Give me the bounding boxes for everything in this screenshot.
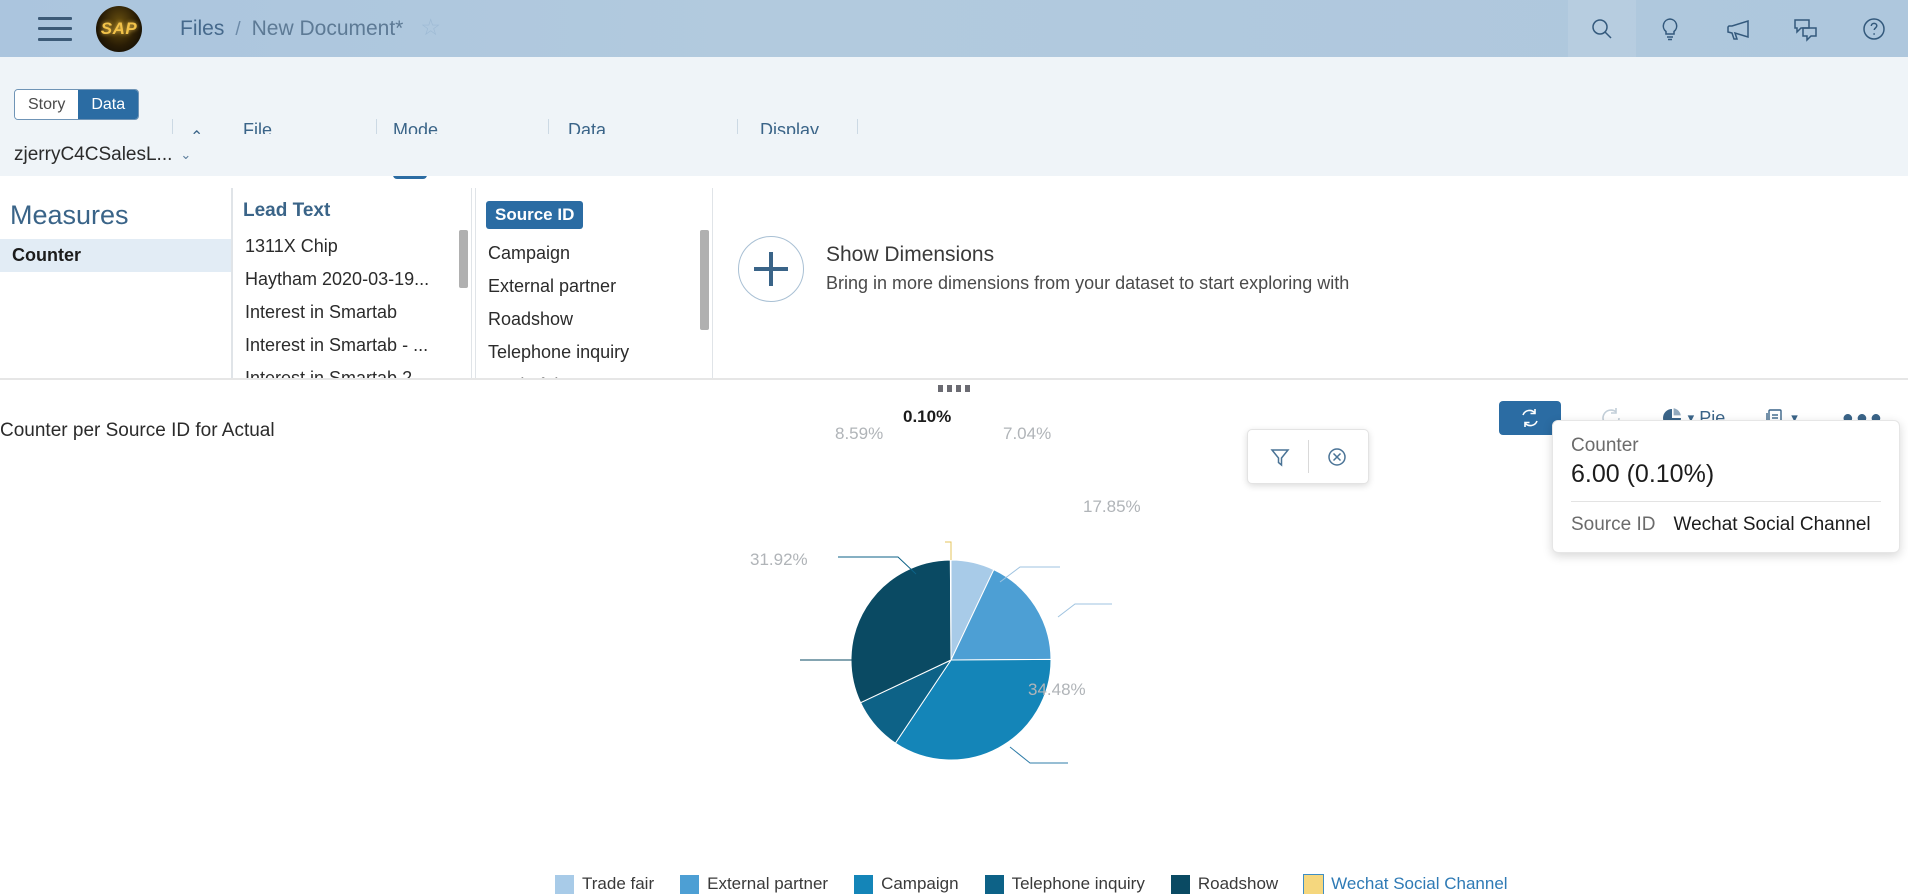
list-item[interactable]: Interest in Smartab <box>233 296 471 329</box>
list-item[interactable]: Telephone inquiry <box>476 336 712 369</box>
lead-text-scrollbar[interactable] <box>459 230 468 288</box>
legend-swatch <box>1303 873 1325 894</box>
breadcrumb-separator: / <box>235 19 241 40</box>
model-name[interactable]: zjerryC4CSalesL... <box>14 144 172 166</box>
list-item[interactable]: External partner <box>476 270 712 303</box>
legend-label: Wechat Social Channel <box>1331 874 1508 893</box>
legend-swatch <box>555 874 574 894</box>
tooltip-dimension-value: Wechat Social Channel <box>1673 514 1871 535</box>
tooltip-measure-value: 6.00 (0.10%) <box>1571 460 1715 488</box>
sap-logo[interactable]: SAP <box>96 5 142 52</box>
pie-label-wechat-social-channel: 0.10% <box>903 407 952 426</box>
story-tab[interactable]: Story <box>15 90 79 119</box>
list-item[interactable]: Roadshow <box>476 303 712 336</box>
list-item[interactable]: Haytham 2020-03-19... <box>233 263 471 296</box>
pie-label-trade-fair: 7.04% <box>1003 424 1052 443</box>
list-item[interactable]: Interest in Smartab - ... <box>233 329 471 362</box>
tooltip-measure-label: Counter <box>1571 435 1639 456</box>
legend-item[interactable]: Trade fair <box>555 874 654 894</box>
shell-header: SAP Files / New Document* ☆ <box>0 0 1908 57</box>
source-id-scrollbar[interactable] <box>700 230 709 330</box>
measures-card: Measures Counter <box>0 188 232 378</box>
chevron-down-icon[interactable]: ⌄ <box>180 147 191 163</box>
search-icon[interactable] <box>1568 0 1636 57</box>
legend-item[interactable]: Wechat Social Channel <box>1303 873 1508 894</box>
list-item[interactable]: Campaign <box>476 237 712 270</box>
plus-icon <box>738 236 804 302</box>
show-dimensions-title: Show Dimensions <box>826 243 995 266</box>
source-id-chip[interactable]: Source ID <box>486 201 584 229</box>
legend-swatch <box>1170 874 1190 894</box>
legend-label: Campaign <box>881 874 959 893</box>
legend-item[interactable]: Campaign <box>854 874 959 894</box>
hamburger-icon[interactable] <box>38 16 72 41</box>
pie-slice[interactable] <box>949 559 952 661</box>
help-icon[interactable] <box>1840 0 1908 57</box>
data-tab[interactable]: Data <box>78 90 139 119</box>
breadcrumb: Files / New Document* ☆ <box>180 16 441 41</box>
legend-label: External partner <box>707 874 829 893</box>
tooltip-dimension-row: Source ID Wechat Social Channel <box>1571 514 1881 536</box>
legend-swatch <box>680 874 700 894</box>
star-icon[interactable]: ☆ <box>420 16 441 39</box>
legend-swatch <box>984 874 1004 894</box>
story-data-toggle: Story Data <box>14 89 140 120</box>
pie-leader-line <box>1009 746 1068 764</box>
tooltip-dimension-label: Source ID <box>1571 514 1656 535</box>
legend-item[interactable]: Roadshow <box>1170 874 1279 894</box>
divider <box>1571 501 1881 502</box>
lightbulb-icon[interactable] <box>1636 0 1704 57</box>
chart-tooltip: Counter 6.00 (0.10%) Source ID Wechat So… <box>1552 420 1900 553</box>
legend-item[interactable]: Telephone inquiry <box>984 874 1145 894</box>
legend-label: Roadshow <box>1197 874 1279 893</box>
pie-leader-line <box>1057 603 1112 618</box>
breadcrumb-root[interactable]: Files <box>180 17 224 41</box>
source-id-card: Source ID Campaign External partner Road… <box>475 188 713 378</box>
lead-text-title[interactable]: Lead Text <box>233 188 471 230</box>
show-dimensions-subtitle: Bring in more dimensions from your datas… <box>826 273 1350 293</box>
show-dimensions-button[interactable]: Show Dimensions Bring in more dimensions… <box>738 236 1349 302</box>
legend-swatch <box>854 874 874 894</box>
measures-title: Measures <box>10 200 129 230</box>
panel-splitter[interactable] <box>0 378 1908 393</box>
header-actions <box>1568 0 1908 57</box>
list-item[interactable]: 1311X Chip <box>233 230 471 263</box>
legend-item[interactable]: External partner <box>680 874 828 894</box>
list-item[interactable]: Interest in Smartab 2 <box>233 362 471 378</box>
pie-label-telephone-inquiry: 8.59% <box>835 424 884 443</box>
measure-item-counter[interactable]: Counter <box>0 239 231 272</box>
source-id-title: Source ID <box>476 188 712 237</box>
chat-icon[interactable] <box>1772 0 1840 57</box>
pie-label-roadshow: 31.92% <box>750 550 808 569</box>
list-item[interactable]: Trade fair <box>476 369 712 378</box>
pie-leader-line <box>945 541 952 560</box>
model-selector-row: zjerryC4CSalesL... ⌄ <box>0 134 1908 176</box>
explorer-panel: Measures Counter Lead Text 1311X Chip Ha… <box>0 188 1908 383</box>
pie-label-campaign: 34.48% <box>1028 680 1086 699</box>
legend-label: Telephone inquiry <box>1011 874 1145 893</box>
megaphone-icon[interactable] <box>1704 0 1772 57</box>
lead-text-card: Lead Text 1311X Chip Haytham 2020-03-19.… <box>232 188 472 378</box>
legend-label: Trade fair <box>582 874 655 893</box>
chart-legend: Trade fair External partner Campaign Tel… <box>555 873 1534 894</box>
pie-label-external-partner: 17.85% <box>1083 497 1141 516</box>
breadcrumb-current[interactable]: New Document* <box>252 17 404 41</box>
ribbon-toolbar: Story Data ⌃ File ▾ ▾ Mode <box>0 57 1908 179</box>
